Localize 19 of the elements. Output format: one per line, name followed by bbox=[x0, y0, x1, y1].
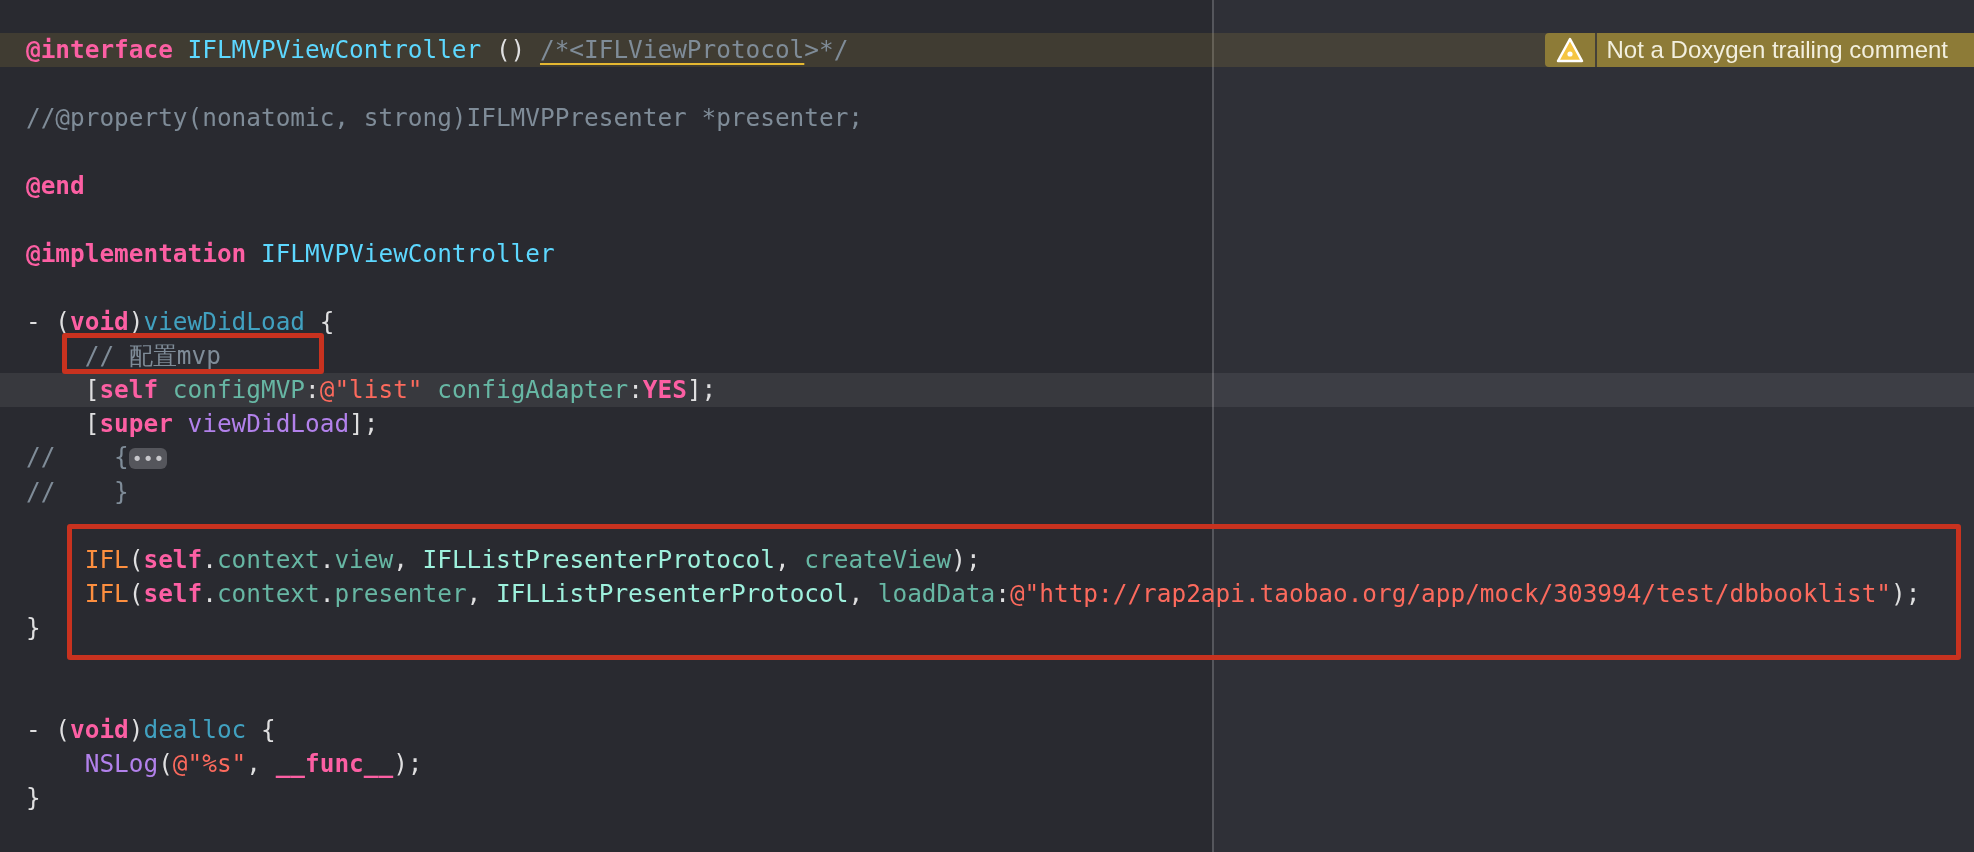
code-line: IFL(self.context.presenter, IFLListPresenterProtocol, loadData:@"http://rap2api.taobao.org/app/mock/303994/test/dbbooklist"); bbox=[83, 578, 1921, 610]
code-line: } bbox=[26, 612, 41, 644]
code-line: // 配置mvp bbox=[83, 340, 221, 372]
code-line: //@property(nonatomic, strong)IFLMVPPresenter *presenter; bbox=[26, 102, 863, 134]
code-line: @implementation IFLMVPViewController bbox=[26, 238, 555, 270]
code-line: @end bbox=[26, 170, 85, 202]
code-line: - (void)dealloc { bbox=[26, 714, 276, 746]
code-line: [super viewDidLoad]; bbox=[83, 408, 379, 440]
code-line: - (void)viewDidLoad { bbox=[26, 306, 335, 338]
code-line: // {••• bbox=[26, 441, 168, 475]
code-line: @interface IFLMVPViewController () /*<IFLViewProtocol>*/ bbox=[26, 34, 849, 66]
warning-badge[interactable] bbox=[1544, 33, 1595, 67]
warning-icon bbox=[1555, 37, 1584, 63]
code-line: [self configMVP:@"list" configAdapter:YES]; bbox=[83, 374, 717, 406]
issue-message: Not a Doxygen trailing comment bbox=[1596, 33, 1974, 67]
code-line: IFL(self.context.view, IFLListPresenterProtocol, createView); bbox=[83, 544, 981, 576]
code-line: } bbox=[26, 782, 41, 814]
code-line: NSLog(@"%s", __func__); bbox=[83, 748, 423, 780]
code-line: // } bbox=[26, 476, 129, 508]
